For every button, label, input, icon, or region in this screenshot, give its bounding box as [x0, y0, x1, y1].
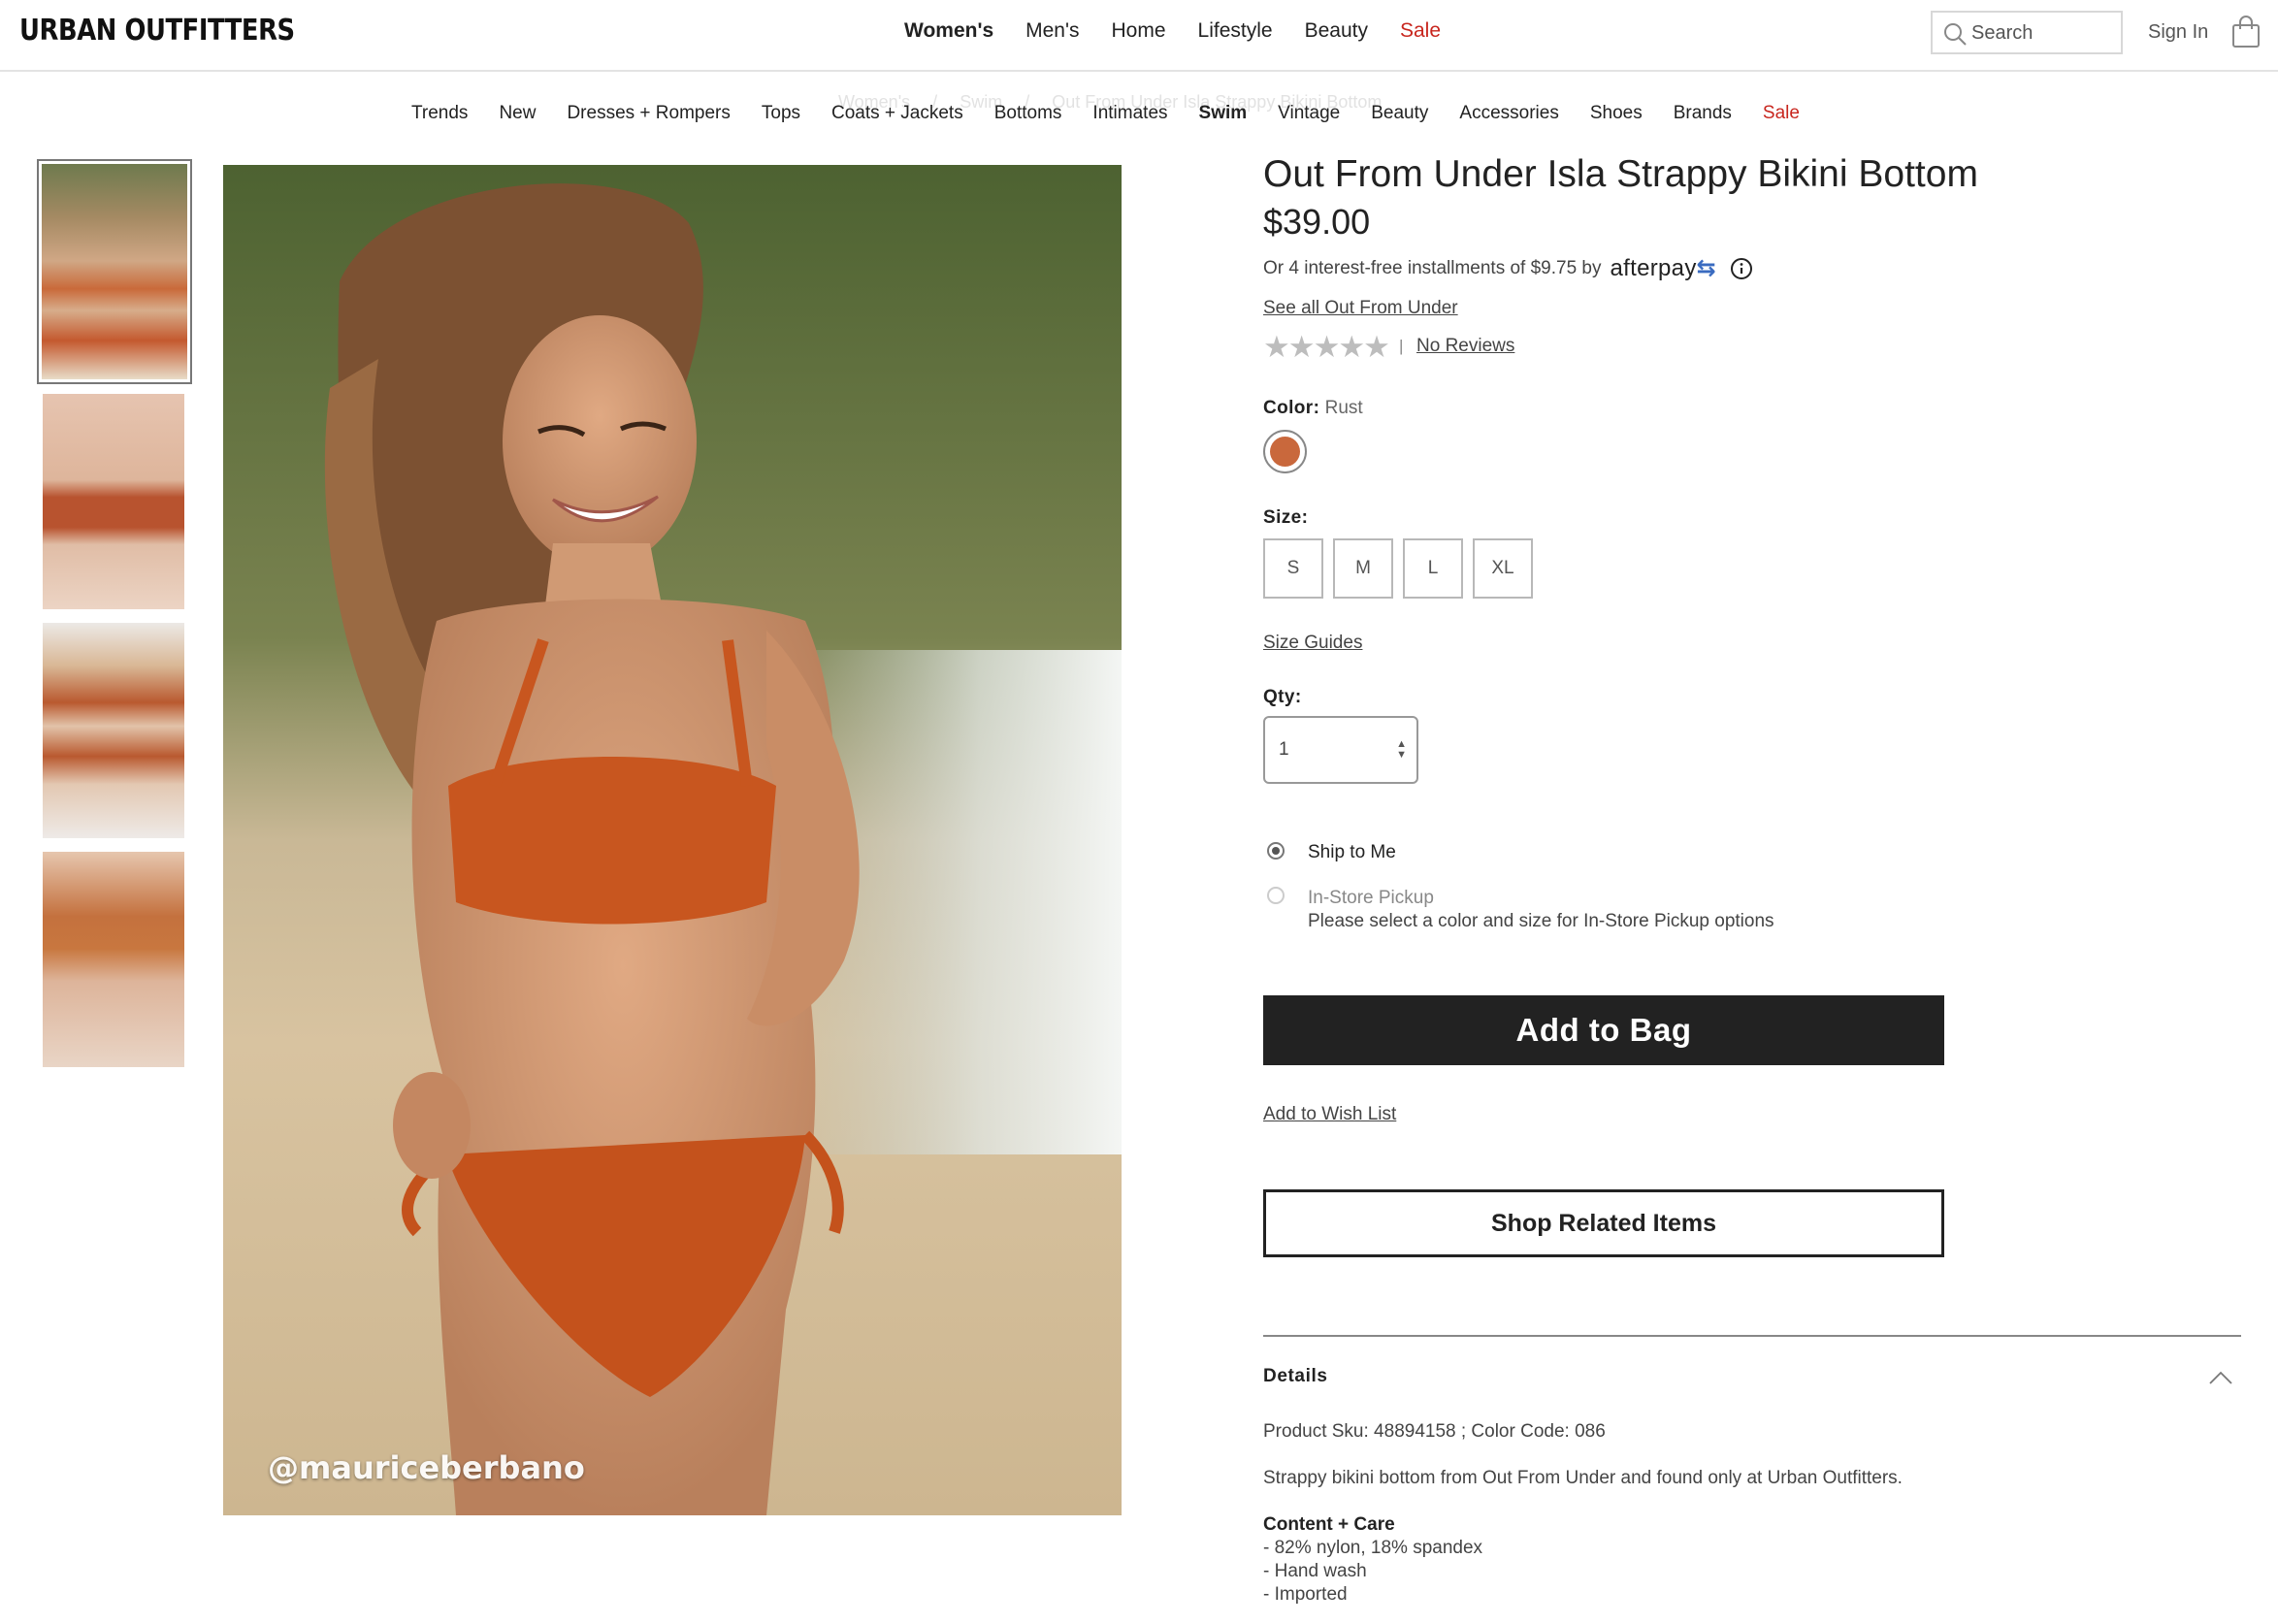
category-dresses-rompers[interactable]: Dresses + Rompers	[567, 103, 730, 124]
color-value: Rust	[1324, 398, 1363, 418]
details-heading[interactable]: Details	[1263, 1366, 1328, 1387]
care-line: - 82% nylon, 18% spandex	[1263, 1538, 1483, 1558]
category-accessories[interactable]: Accessories	[1459, 103, 1558, 124]
quantity-select[interactable]: 1 ▲ ▼	[1263, 716, 1418, 784]
rating-stars: ★★★★★	[1263, 330, 1390, 364]
sign-in-link[interactable]: Sign In	[2148, 21, 2208, 44]
product-sku: Product Sku: 48894158 ; Color Code: 086	[1263, 1421, 1606, 1442]
product-photo	[223, 165, 1122, 1515]
color-label-row: Color: Rust	[1263, 398, 1363, 419]
add-to-wish-list-link[interactable]: Add to Wish List	[1263, 1104, 1396, 1125]
site-logo[interactable]: URBAN OUTFITTERS	[19, 14, 295, 48]
photo-watermark: @mauriceberbano	[268, 1449, 585, 1486]
nav-sale[interactable]: Sale	[1400, 19, 1441, 43]
product-price: $39.00	[1263, 202, 1371, 242]
swatch-fill	[1270, 437, 1300, 467]
in-store-pickup-label[interactable]: In-Store Pickup	[1308, 888, 1434, 909]
rating-separator: |	[1399, 337, 1404, 355]
category-bottoms[interactable]: Bottoms	[994, 103, 1062, 124]
content-care-heading: Content + Care	[1263, 1514, 1395, 1536]
category-tops[interactable]: Tops	[762, 103, 800, 124]
care-line: - Imported	[1263, 1584, 1348, 1605]
category-shoes[interactable]: Shoes	[1590, 103, 1643, 124]
nav-beauty[interactable]: Beauty	[1305, 19, 1368, 43]
reviews-link[interactable]: No Reviews	[1416, 336, 1514, 357]
qty-label: Qty:	[1263, 687, 1302, 707]
category-new[interactable]: New	[499, 103, 536, 124]
pickup-note: Please select a color and size for In-St…	[1308, 911, 1774, 931]
afterpay-text: Or 4 interest-free installments of $9.75…	[1263, 257, 1602, 278]
select-arrows-icon: ▲ ▼	[1396, 738, 1407, 761]
shop-related-items-button[interactable]: Shop Related Items	[1263, 1189, 1944, 1257]
afterpay-logo[interactable]: afterpay⇆	[1611, 254, 1717, 282]
category-beauty[interactable]: Beauty	[1371, 103, 1428, 124]
qty-label-row: Qty:	[1263, 687, 1302, 708]
ship-to-me-label[interactable]: Ship to Me	[1308, 842, 1396, 863]
see-all-brand-link[interactable]: See all Out From Under	[1263, 298, 1458, 319]
size-guides-link[interactable]: Size Guides	[1263, 633, 1362, 654]
category-coats-jackets[interactable]: Coats + Jackets	[831, 103, 963, 124]
size-option-s[interactable]: S	[1263, 538, 1323, 599]
thumbnail-back[interactable]	[43, 852, 184, 1067]
search-icon	[1944, 23, 1967, 46]
product-description: Strappy bikini bottom from Out From Unde…	[1263, 1468, 1903, 1488]
category-intimates[interactable]: Intimates	[1092, 103, 1167, 124]
thumbnail-front[interactable]	[37, 159, 192, 384]
size-option-m[interactable]: M	[1333, 538, 1393, 599]
nav-lifestyle[interactable]: Lifestyle	[1198, 19, 1273, 43]
care-line: - Hand wash	[1263, 1561, 1367, 1581]
thumbnail-full-body[interactable]	[43, 623, 184, 838]
in-store-pickup-radio[interactable]	[1267, 887, 1285, 904]
content-care-title: Content + Care	[1263, 1514, 1395, 1535]
nav-womens[interactable]: Women's	[904, 19, 993, 43]
ship-to-me-radio[interactable]	[1267, 842, 1285, 860]
category-sale[interactable]: Sale	[1763, 103, 1800, 124]
category-vintage[interactable]: Vintage	[1278, 103, 1340, 124]
size-option-l[interactable]: L	[1403, 538, 1463, 599]
main-product-image[interactable]: @mauriceberbano	[223, 165, 1122, 1515]
quantity-value: 1	[1279, 739, 1289, 760]
category-brands[interactable]: Brands	[1674, 103, 1732, 124]
afterpay-brand: afterpay	[1610, 255, 1697, 281]
search-box[interactable]	[1931, 11, 2123, 54]
info-icon[interactable]	[1730, 257, 1753, 280]
size-label: Size:	[1263, 507, 1309, 528]
details-divider	[1263, 1335, 2241, 1337]
shopping-bag-icon[interactable]	[2231, 16, 2261, 49]
add-to-bag-button[interactable]: Add to Bag	[1263, 995, 1944, 1065]
color-label: Color:	[1263, 398, 1320, 418]
afterpay-row: Or 4 interest-free installments of $9.75…	[1263, 254, 1753, 282]
nav-mens[interactable]: Men's	[1025, 19, 1079, 43]
primary-nav: Women's Men's Home Lifestyle Beauty Sale	[904, 19, 1441, 43]
thumbnail-bottom-front[interactable]	[43, 394, 184, 609]
color-swatch-rust[interactable]	[1263, 430, 1307, 473]
category-trends[interactable]: Trends	[411, 103, 468, 124]
category-swim[interactable]: Swim	[1199, 103, 1248, 124]
category-nav: Trends New Dresses + Rompers Tops Coats …	[411, 103, 1800, 124]
product-title: Out From Under Isla Strappy Bikini Botto…	[1263, 153, 1978, 195]
chevron-up-icon[interactable]	[2208, 1370, 2233, 1385]
site-header: URBAN OUTFITTERS Women's Men's Home Life…	[0, 0, 2278, 72]
nav-home[interactable]: Home	[1112, 19, 1166, 43]
search-input[interactable]	[1971, 20, 2112, 46]
size-label-row: Size:	[1263, 507, 1308, 529]
size-option-xl[interactable]: XL	[1473, 538, 1533, 599]
